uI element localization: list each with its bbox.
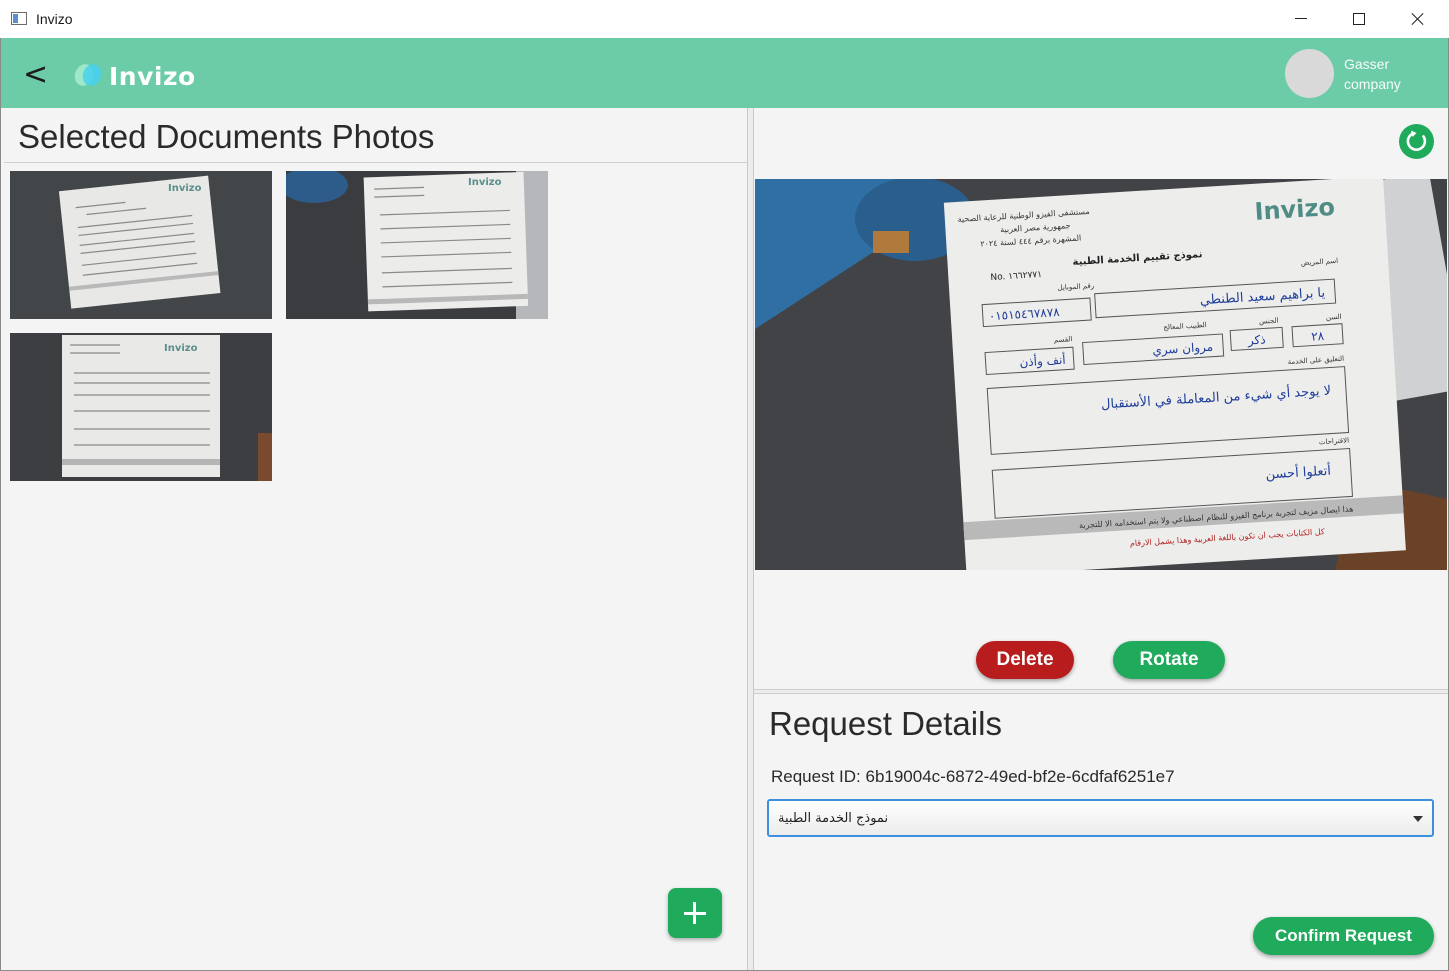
thumbnail-brand: Invizo bbox=[468, 177, 502, 188]
refresh-icon bbox=[1406, 130, 1427, 151]
request-id: Request ID: 6b19004c-6872-49ed-bf2e-6cdf… bbox=[771, 767, 1175, 786]
window-app-icon bbox=[11, 12, 27, 25]
thumbnail-brand: Invizo bbox=[168, 183, 202, 194]
divider bbox=[4, 162, 748, 163]
title-bar: Invizo bbox=[0, 0, 1449, 38]
caret-down-icon bbox=[1413, 816, 1423, 822]
field-value: ٢٨ bbox=[1311, 329, 1325, 344]
split-divider[interactable] bbox=[747, 108, 754, 970]
request-details-title: Request Details bbox=[769, 705, 1002, 742]
window-title: Invizo bbox=[36, 11, 73, 27]
field-value: ذكر bbox=[1247, 332, 1267, 348]
confirm-request-button[interactable]: Confirm Request bbox=[1253, 917, 1434, 955]
close-window-button[interactable] bbox=[1389, 0, 1447, 38]
refresh-button[interactable] bbox=[1399, 124, 1434, 159]
chevron-left-icon: < bbox=[23, 57, 49, 92]
field-label: السن bbox=[1326, 313, 1342, 322]
user-name: Gasser bbox=[1344, 56, 1390, 72]
form-type-value: نموذج الخدمة الطبية bbox=[778, 811, 889, 826]
brand-name: Invizo bbox=[109, 62, 196, 91]
photo-thumbnail[interactable]: Invizo bbox=[10, 333, 272, 481]
logo-mark-icon bbox=[74, 64, 102, 86]
photo-thumbnail[interactable]: Invizo bbox=[10, 171, 272, 319]
document-preview: Invizo مستشفى الفيزو الوطنية للرعاية الص… bbox=[755, 179, 1447, 570]
maximize-button[interactable] bbox=[1330, 0, 1388, 38]
selected-photos-panel: Selected Documents Photos Invizo Invizo … bbox=[1, 108, 748, 970]
add-photo-button[interactable] bbox=[668, 888, 722, 938]
delete-button[interactable]: Delete bbox=[976, 641, 1074, 679]
photo-thumbnail[interactable]: Invizo bbox=[286, 171, 548, 319]
avatar[interactable] bbox=[1285, 49, 1334, 98]
divider bbox=[754, 689, 1448, 694]
app-header: < Invizo Gasser company bbox=[1, 38, 1448, 108]
rotate-button[interactable]: Rotate bbox=[1113, 641, 1225, 679]
minimize-button[interactable] bbox=[1272, 0, 1330, 38]
preview-panel: Invizo مستشفى الفيزو الوطنية للرعاية الص… bbox=[754, 108, 1448, 970]
user-company: company bbox=[1344, 76, 1401, 92]
panel-title: Selected Documents Photos bbox=[18, 118, 435, 155]
field-label: الجنس bbox=[1259, 317, 1279, 326]
form-type-select[interactable]: نموذج الخدمة الطبية bbox=[767, 799, 1434, 837]
field-label: القسم bbox=[1054, 335, 1073, 344]
back-button[interactable]: < bbox=[23, 60, 48, 90]
thumbnail-brand: Invizo bbox=[164, 343, 198, 354]
document-brand: Invizo bbox=[1254, 193, 1336, 226]
